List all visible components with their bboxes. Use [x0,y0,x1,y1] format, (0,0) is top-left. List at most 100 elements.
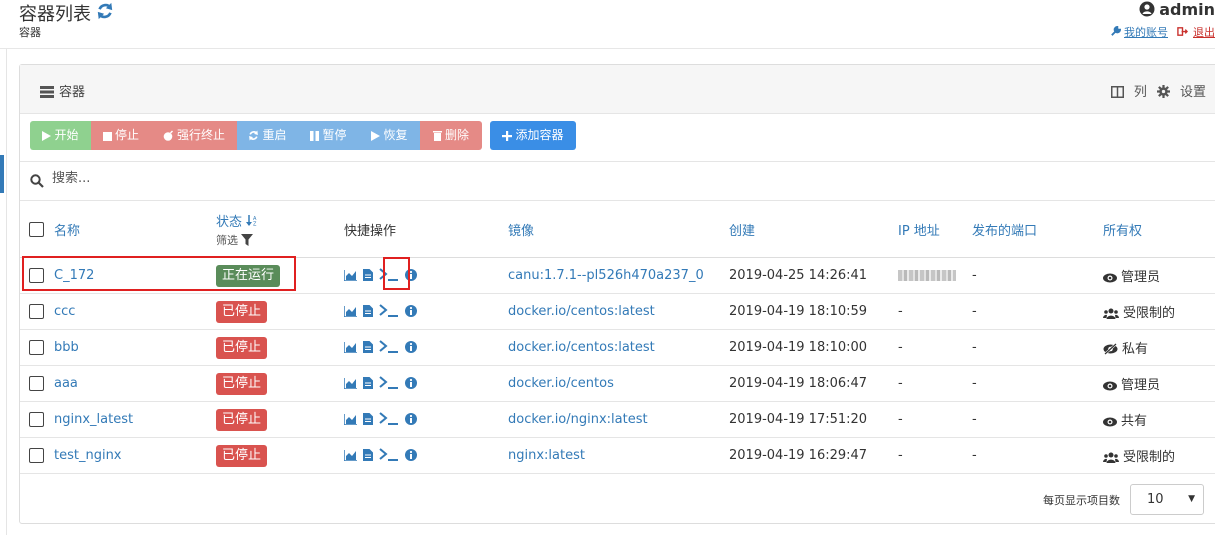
eye-slash-icon [1103,343,1118,355]
logout-link[interactable]: 退出 [1193,26,1215,39]
created-time: 2019-04-19 18:10:59 [729,304,868,319]
widget-header: 容器 列 设置 [20,65,1215,114]
logs-icon[interactable] [363,377,373,389]
ip-column-header[interactable]: IP 地址 [898,224,940,239]
kill-button[interactable]: 强行终止 [151,121,237,150]
widget-title-text: 容器 [59,85,86,100]
row-checkbox[interactable] [29,268,44,283]
items-per-page-select[interactable]: 10 ▼ [1130,484,1204,515]
my-account-link[interactable]: 我的账号 [1124,26,1168,39]
info-icon[interactable] [405,269,417,281]
container-name-link[interactable]: nginx_latest [54,412,133,427]
page-title: 容器列表 [19,4,91,25]
created-column-header[interactable]: 创建 [729,224,755,239]
ownership-label: 管理员 [1121,378,1161,393]
container-name-link[interactable]: bbb [54,340,79,355]
columns-button[interactable]: 列 [1110,85,1147,100]
image-link[interactable]: nginx:latest [508,448,585,463]
select-all-checkbox[interactable] [29,221,44,237]
logs-icon[interactable] [363,341,373,353]
stats-icon[interactable] [344,378,357,390]
add-container-button[interactable]: 添加容器 [490,121,576,150]
console-icon[interactable] [379,448,399,461]
ownership-column-header[interactable]: 所有权 [1103,224,1142,239]
sort-icon[interactable]: AZ [246,214,258,227]
info-icon[interactable] [405,341,417,353]
row-checkbox[interactable] [29,304,44,319]
search-input[interactable] [50,170,454,187]
user-icon [1139,1,1155,17]
console-icon[interactable] [379,412,399,425]
search-bar [20,161,1215,201]
created-time: 2019-04-25 14:26:41 [729,268,868,283]
restart-button[interactable]: 重启 [237,121,298,150]
ownership: 受限制的 [1103,293,1215,330]
refresh-icon[interactable] [96,2,114,20]
published-ports: - [972,448,977,463]
published-ports: - [972,412,977,427]
info-icon[interactable] [405,449,417,461]
name-column-header[interactable]: 名称 [54,224,80,239]
ownership: 共有 [1103,401,1215,438]
plus-icon [502,131,513,141]
console-icon[interactable] [379,376,399,389]
logs-icon[interactable] [363,413,373,425]
info-icon[interactable] [405,305,417,317]
eye-icon [1103,273,1117,283]
quick-actions-header: 快捷操作 [344,223,397,239]
row-checkbox[interactable] [29,340,44,355]
stats-icon[interactable] [344,306,357,318]
logs-icon[interactable] [363,269,373,281]
ports-column-header[interactable]: 发布的端口 [972,224,1037,239]
info-icon[interactable] [405,413,417,425]
user-menu[interactable]: admin [1139,0,1215,19]
image-link[interactable]: canu:1.7.1--pl526h470a237_0 [508,268,704,283]
columns-label: 列 [1133,85,1147,100]
play-icon [42,131,52,141]
ip-address: - [898,412,903,427]
ownership: 管理员 [1103,257,1215,294]
container-name-link[interactable]: aaa [54,376,78,391]
settings-button[interactable]: 设置 [1156,85,1206,100]
created-time: 2019-04-19 17:51:20 [729,412,868,427]
container-name-link[interactable]: C_172 [54,268,94,283]
info-icon[interactable] [405,377,417,389]
image-link[interactable]: docker.io/centos:latest [508,340,655,355]
page-subtitle: 容器 [19,26,41,39]
start-button[interactable]: 开始 [30,121,91,150]
logs-icon[interactable] [363,305,373,317]
stats-icon[interactable] [344,270,357,282]
stats-icon[interactable] [344,450,357,462]
quick-actions [344,329,508,366]
console-icon[interactable] [379,340,399,353]
status-badge: 已停止 [216,408,268,431]
image-link[interactable]: docker.io/nginx:latest [508,412,648,427]
container-name-link[interactable]: ccc [54,304,75,319]
created-time: 2019-04-19 18:10:00 [729,340,868,355]
stats-icon[interactable] [344,414,357,426]
pause-button[interactable]: 暂停 [298,121,359,150]
console-icon[interactable] [379,304,399,317]
row-checkbox[interactable] [29,376,44,391]
svg-text:Z: Z [253,221,257,226]
state-filter[interactable]: 筛选 [216,232,344,248]
console-icon[interactable] [379,268,399,281]
resume-button[interactable]: 恢复 [359,121,420,150]
row-checkbox[interactable] [29,448,44,463]
image-link[interactable]: docker.io/centos:latest [508,304,655,319]
image-link[interactable]: docker.io/centos [508,376,614,391]
image-column-header[interactable]: 镜像 [508,224,534,239]
row-checkbox[interactable] [29,412,44,427]
stats-icon[interactable] [344,342,357,354]
remove-button[interactable]: 删除 [420,121,482,150]
published-ports: - [972,304,977,319]
container-name-link[interactable]: test_nginx [54,448,122,463]
ownership-label: 管理员 [1121,270,1161,285]
pause-label: 暂停 [322,128,347,142]
quick-actions [344,401,508,438]
logs-icon[interactable] [363,449,373,461]
gear-icon [1156,85,1170,98]
table-header-row: 名称 状态 A Z 筛选 快捷操作 镜像 创建 IP 地址 发布的端口 所有权 [20,201,1215,258]
state-column-header[interactable]: 状态 [216,215,242,230]
stop-button[interactable]: 停止 [91,121,151,150]
